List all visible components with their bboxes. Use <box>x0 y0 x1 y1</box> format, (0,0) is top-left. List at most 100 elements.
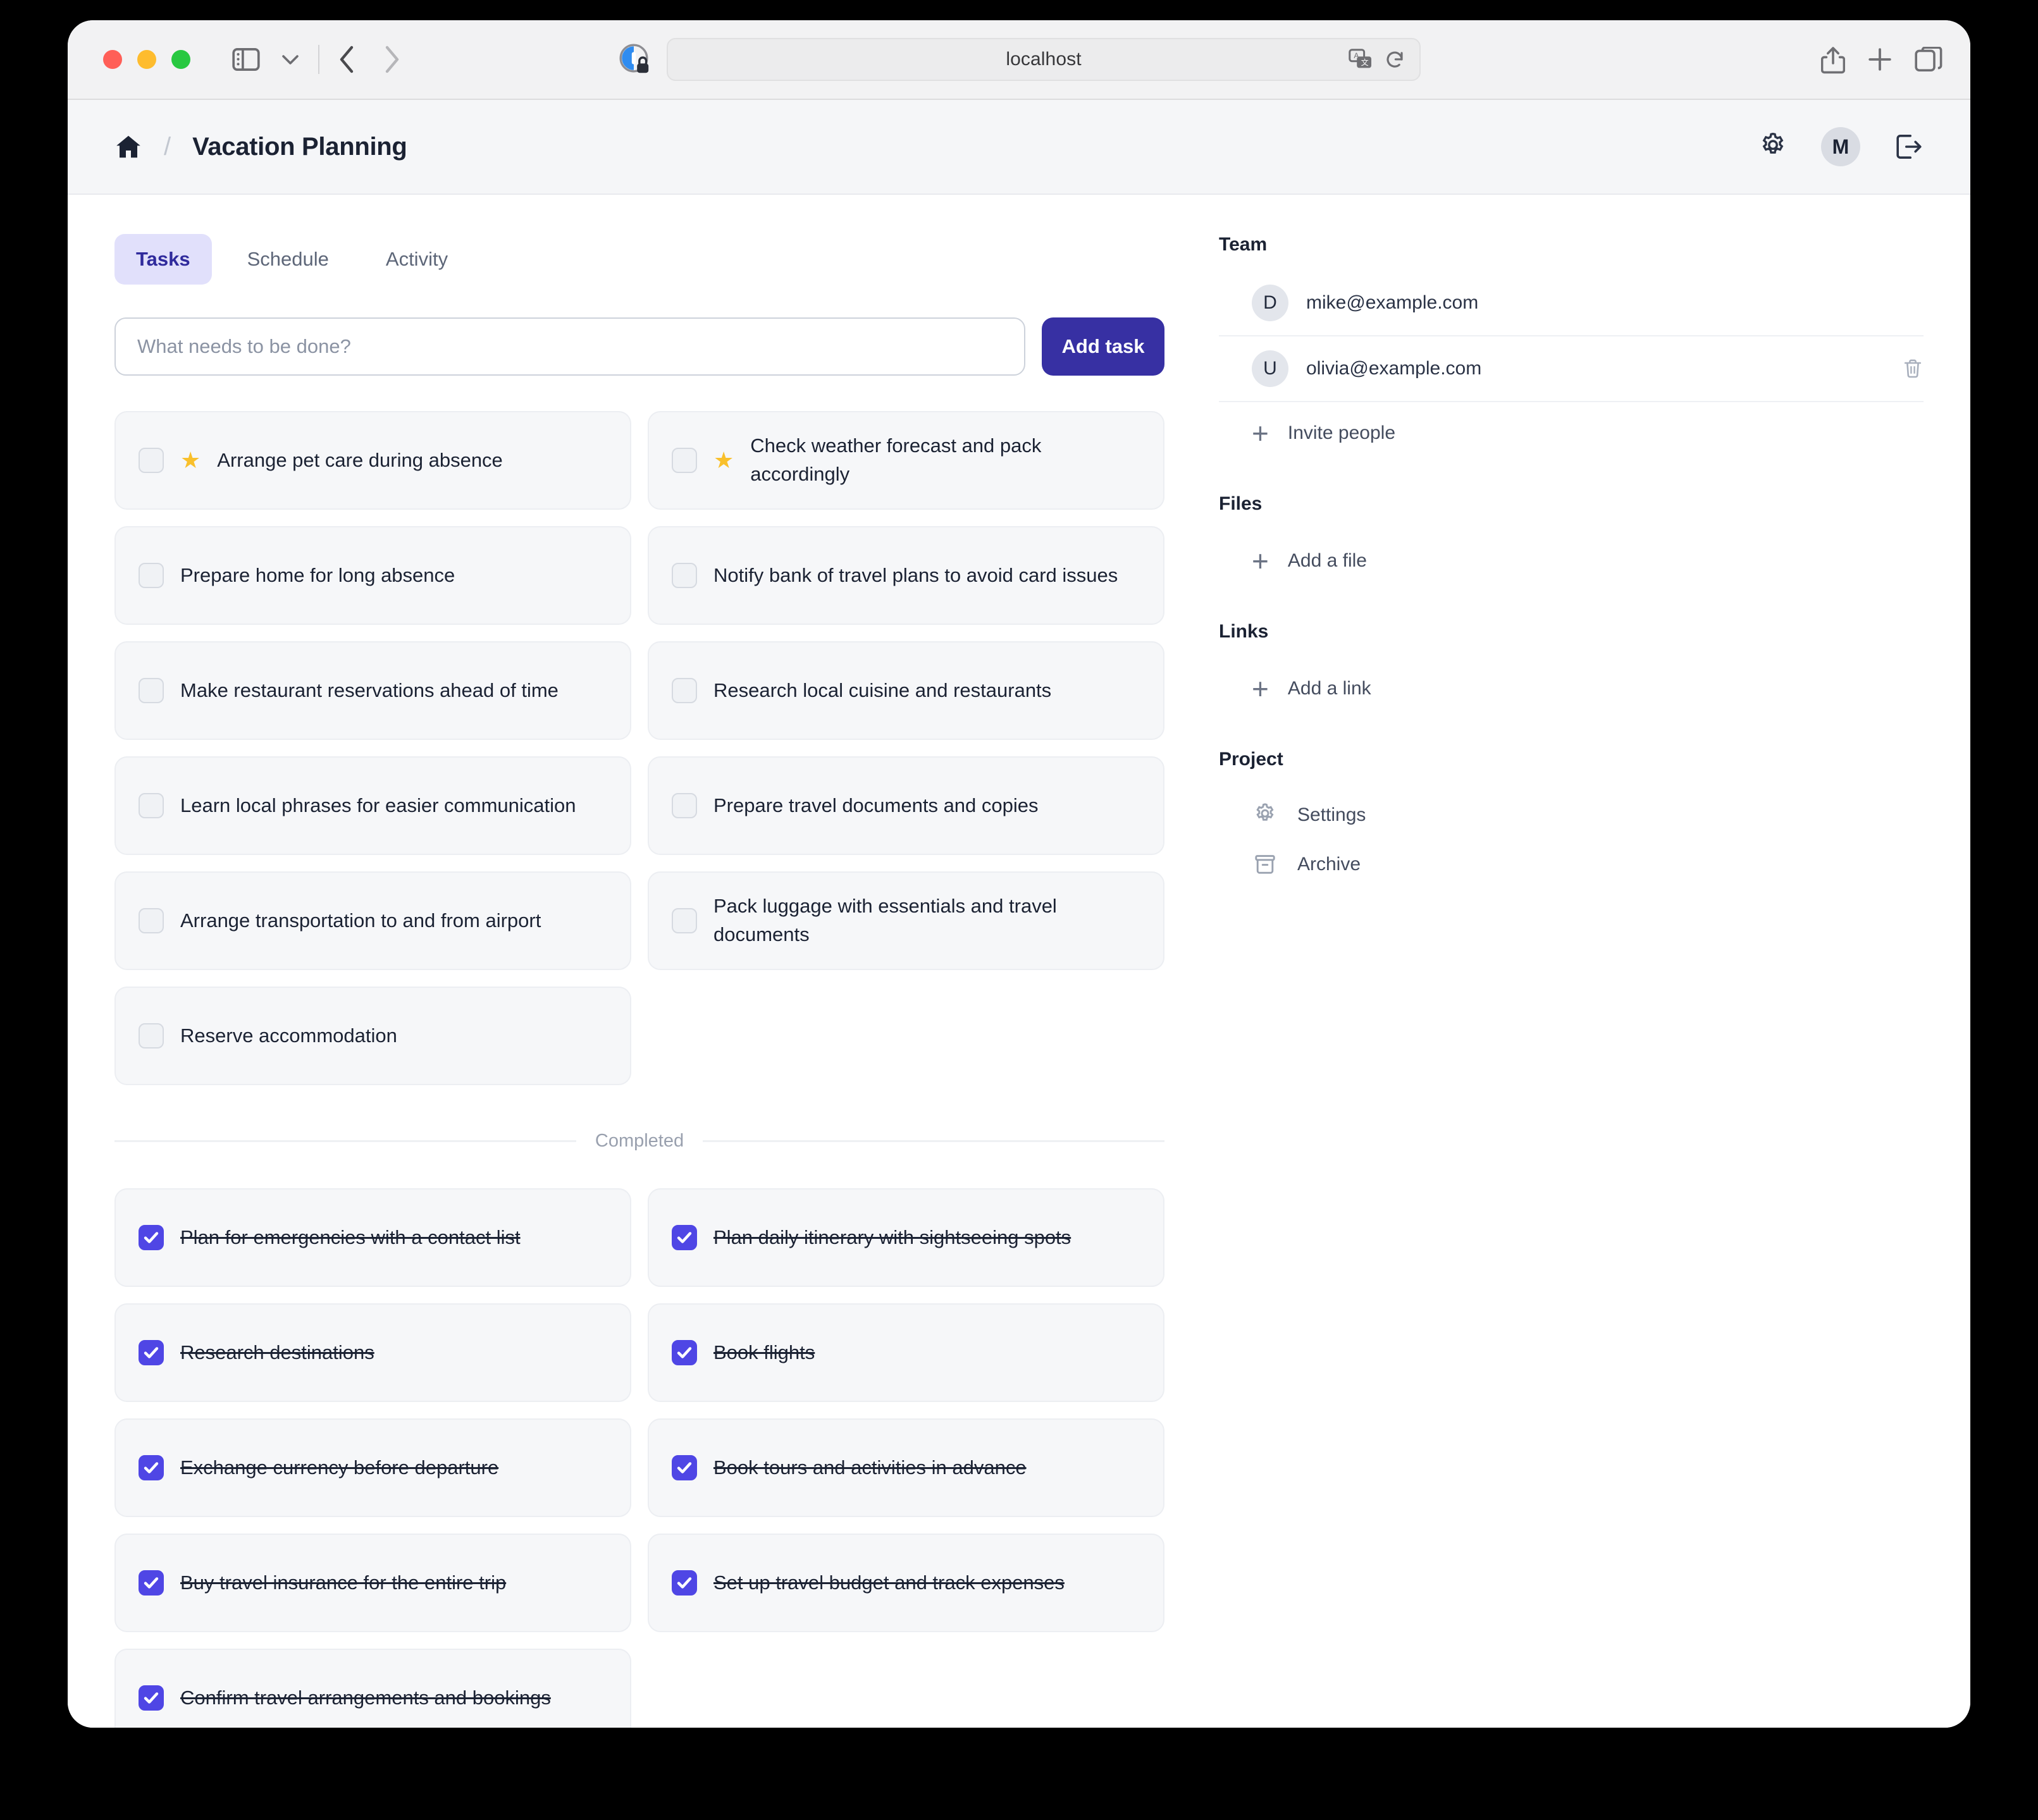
task-checkbox[interactable] <box>139 793 164 818</box>
back-arrow-icon[interactable] <box>327 39 367 80</box>
tab-schedule[interactable]: Schedule <box>226 234 350 285</box>
share-icon[interactable] <box>1821 44 1845 75</box>
task-row[interactable]: Book tours and activities in advance <box>648 1418 1164 1517</box>
task-checkbox[interactable] <box>672 1570 697 1596</box>
tab-bar: Tasks Schedule Activity <box>114 234 1164 285</box>
sidebar-toggle-icon[interactable] <box>226 39 266 80</box>
task-label: Learn local phrases for easier communica… <box>180 794 576 816</box>
task-checkbox[interactable] <box>139 448 164 473</box>
address-bar-container: localhost A文 <box>617 38 1421 81</box>
close-window-button[interactable] <box>103 50 122 69</box>
task-row[interactable]: Set up travel budget and track expenses <box>648 1534 1164 1632</box>
completed-task-grid: Plan for emergencies with a contact list… <box>114 1188 1164 1728</box>
task-checkbox[interactable] <box>672 908 697 933</box>
task-checkbox[interactable] <box>672 563 697 588</box>
task-label: Exchange currency before departure <box>180 1456 499 1479</box>
task-checkbox[interactable] <box>139 1023 164 1048</box>
links-heading: Links <box>1219 621 1269 642</box>
zoom-window-button[interactable] <box>171 50 190 69</box>
browser-actions <box>1821 44 1942 75</box>
home-icon[interactable] <box>114 133 142 161</box>
add-task-button[interactable]: Add task <box>1042 317 1164 376</box>
task-label: Book tours and activities in advance <box>713 1456 1027 1479</box>
plus-icon: + <box>1252 417 1269 450</box>
task-checkbox[interactable] <box>672 1225 697 1250</box>
task-checkbox[interactable] <box>139 1455 164 1480</box>
breadcrumb: / Vacation Planning <box>114 133 407 161</box>
task-row[interactable]: Notify bank of travel plans to avoid car… <box>648 526 1164 625</box>
new-task-input[interactable] <box>114 317 1025 376</box>
task-row[interactable]: Plan daily itinerary with sightseeing sp… <box>648 1188 1164 1287</box>
project-settings-item[interactable]: Settings <box>1219 785 1924 835</box>
team-member-row[interactable]: D mike@example.com <box>1219 271 1924 336</box>
task-row[interactable]: Arrange transportation to and from airpo… <box>114 871 631 970</box>
task-label: Arrange pet care during absence <box>217 448 503 471</box>
task-row[interactable]: Learn local phrases for easier communica… <box>114 756 631 855</box>
task-row[interactable]: Prepare home for long absence <box>114 526 631 625</box>
reload-icon[interactable] <box>1384 49 1405 70</box>
tasks-panel: Tasks Schedule Activity Add task ★ Arran… <box>114 234 1164 1728</box>
task-row[interactable]: Pack luggage with essentials and travel … <box>648 871 1164 970</box>
invite-people-button[interactable]: + Invite people <box>1219 402 1924 454</box>
task-composer: Add task <box>114 317 1164 376</box>
files-heading: Files <box>1219 493 1263 514</box>
url-input[interactable]: localhost A文 <box>667 38 1421 81</box>
window-traffic-lights <box>103 50 190 69</box>
add-file-button[interactable]: + Add a file <box>1219 530 1924 582</box>
task-row[interactable]: Book flights <box>648 1303 1164 1402</box>
tab-tasks[interactable]: Tasks <box>114 234 212 285</box>
task-row[interactable]: Research local cuisine and restaurants <box>648 641 1164 740</box>
logout-icon[interactable] <box>1893 132 1924 162</box>
project-archive-label: Archive <box>1297 854 1361 875</box>
task-row[interactable]: Prepare travel documents and copies <box>648 756 1164 855</box>
task-checkbox[interactable] <box>139 1340 164 1365</box>
task-label: Plan daily itinerary with sightseeing sp… <box>713 1226 1071 1248</box>
team-member-row[interactable]: U olivia@example.com <box>1219 336 1924 402</box>
completed-label: Completed <box>595 1131 684 1151</box>
project-archive-item[interactable]: Archive <box>1219 835 1924 884</box>
app-body: Tasks Schedule Activity Add task ★ Arran… <box>68 195 1970 1728</box>
task-checkbox[interactable] <box>672 448 697 473</box>
task-row[interactable]: Plan for emergencies with a contact list <box>114 1188 631 1287</box>
task-checkbox[interactable] <box>672 793 697 818</box>
completed-divider: Completed <box>114 1131 1164 1152</box>
task-label: Research destinations <box>180 1341 374 1363</box>
task-checkbox[interactable] <box>139 1225 164 1250</box>
task-checkbox[interactable] <box>139 1570 164 1596</box>
gear-icon[interactable] <box>1758 132 1788 162</box>
star-icon[interactable]: ★ <box>713 449 734 472</box>
sidebar-chevron-down-icon[interactable] <box>270 39 311 80</box>
task-checkbox[interactable] <box>672 1340 697 1365</box>
active-task-grid: ★ Arrange pet care during absence ★ Chec… <box>114 411 1164 1085</box>
star-icon[interactable]: ★ <box>180 449 201 472</box>
add-link-button[interactable]: + Add a link <box>1219 658 1924 710</box>
privacy-shield-lock-icon[interactable] <box>617 42 653 77</box>
task-row[interactable]: Buy travel insurance for the entire trip <box>114 1534 631 1632</box>
task-row[interactable]: Make restaurant reservations ahead of ti… <box>114 641 631 740</box>
new-tab-plus-icon[interactable] <box>1867 46 1893 73</box>
task-row[interactable]: Reserve accommodation <box>114 987 631 1085</box>
task-checkbox[interactable] <box>672 1455 697 1480</box>
task-checkbox[interactable] <box>139 678 164 703</box>
task-label: Arrange transportation to and from airpo… <box>180 909 541 932</box>
tab-activity[interactable]: Activity <box>364 234 469 285</box>
app-header: / Vacation Planning M <box>68 100 1970 195</box>
task-row[interactable]: ★ Check weather forecast and pack accord… <box>648 411 1164 510</box>
tab-overview-icon[interactable] <box>1915 47 1942 72</box>
task-row[interactable]: Confirm travel arrangements and bookings <box>114 1649 631 1728</box>
minimize-window-button[interactable] <box>137 50 156 69</box>
task-checkbox[interactable] <box>139 1685 164 1711</box>
task-row[interactable]: Research destinations <box>114 1303 631 1402</box>
task-row[interactable]: ★ Arrange pet care during absence <box>114 411 631 510</box>
task-label: Prepare home for long absence <box>180 563 455 586</box>
task-checkbox[interactable] <box>139 908 164 933</box>
member-avatar: D <box>1252 285 1288 321</box>
task-checkbox[interactable] <box>672 678 697 703</box>
task-row[interactable]: Exchange currency before departure <box>114 1418 631 1517</box>
remove-member-trash-icon[interactable] <box>1902 358 1924 379</box>
task-label: Prepare travel documents and copies <box>713 794 1039 816</box>
task-checkbox[interactable] <box>139 563 164 588</box>
forward-arrow-icon[interactable] <box>371 39 412 80</box>
avatar[interactable]: M <box>1821 127 1860 166</box>
translate-icon[interactable]: A文 <box>1349 49 1373 70</box>
